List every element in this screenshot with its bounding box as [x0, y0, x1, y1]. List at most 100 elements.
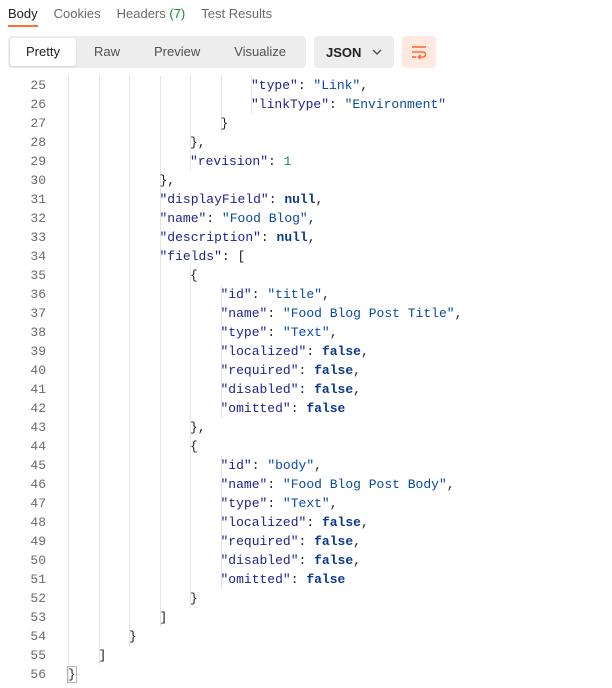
code-line: 28},	[0, 133, 612, 152]
code-token: "Environment"	[344, 97, 447, 112]
code-token: "title"	[267, 287, 322, 302]
code-text: "required": false,	[221, 361, 361, 380]
chevron-down-icon	[372, 49, 382, 55]
indent-guide	[68, 589, 69, 608]
tab-count-badge: (7)	[169, 5, 186, 21]
tab-headers[interactable]: Headers (7)	[117, 6, 186, 21]
line-number: 45	[30, 458, 46, 473]
tab-cookies[interactable]: Cookies	[54, 6, 101, 21]
indent-guide	[220, 95, 222, 114]
code-token: "revision"	[190, 154, 269, 169]
code-line: 47 "type": "Text",	[0, 494, 612, 513]
code-line: 51 "omitted": false	[0, 570, 612, 589]
code-token: false	[321, 344, 361, 359]
code-line: 36 "id": "title",	[0, 285, 612, 304]
line-number: 27	[30, 116, 46, 131]
code-line: 29 "revision": 1	[0, 152, 612, 171]
indent-guide	[159, 133, 161, 152]
code-line: 46 "name": "Food Blog Post Body",	[0, 475, 612, 494]
indent-guide	[68, 171, 69, 190]
code-token: :	[267, 306, 283, 321]
indent-guide	[98, 475, 100, 494]
indent-guide	[190, 380, 191, 399]
code-token: :	[329, 97, 345, 112]
indent-guide	[159, 513, 161, 532]
indent-guide	[190, 399, 191, 418]
line-number: 38	[30, 325, 46, 340]
tab-body[interactable]: Body	[8, 6, 38, 27]
line-number: 35	[30, 268, 46, 283]
indent-guide	[159, 361, 161, 380]
code-text: "description": null,	[160, 228, 316, 247]
code-line: 43},	[0, 418, 612, 437]
code-token: :	[268, 192, 285, 207]
code-token: null	[284, 192, 316, 207]
code-token: "displayField"	[159, 192, 269, 207]
code-token: "type"	[220, 325, 268, 340]
view-mode-pretty[interactable]: Pretty	[10, 38, 76, 66]
indent-guide	[159, 399, 161, 418]
code-token: :	[298, 534, 315, 549]
code-token: ,	[353, 363, 361, 378]
code-token: "id"	[220, 458, 252, 473]
code-line: 48 "localized": false,	[0, 513, 612, 532]
indent-guide	[68, 551, 69, 570]
response-body-code[interactable]: 25 "type": "Link", 26 "linkType": "Environm…	[0, 75, 612, 688]
indent-guide	[129, 152, 130, 171]
code-token: "required"	[220, 363, 299, 378]
indent-guide	[68, 342, 69, 361]
code-text: "localized": false,	[221, 342, 369, 361]
indent-guide	[129, 304, 130, 323]
code-token: },	[159, 173, 176, 188]
code-token: ,	[360, 515, 369, 530]
view-mode-preview[interactable]: Preview	[138, 38, 216, 66]
indent-guide	[98, 627, 100, 646]
indent-guide	[129, 95, 130, 114]
code-token: :	[290, 572, 307, 587]
indent-guide	[129, 456, 130, 475]
line-number: 51	[30, 572, 46, 587]
code-token: false	[306, 572, 346, 587]
indent-guide	[98, 342, 100, 361]
code-token: ,	[353, 534, 361, 549]
code-line: 37 "name": "Food Blog Post Title",	[0, 304, 612, 323]
view-mode-visualize[interactable]: Visualize	[218, 38, 302, 66]
indent-guide	[68, 323, 69, 342]
code-token: ,	[329, 496, 338, 511]
code-line: 38 "type": "Text",	[0, 323, 612, 342]
code-text: },	[190, 418, 206, 437]
response-tabs: Body Cookies Headers (7) Test Results	[0, 0, 612, 27]
code-token: ,	[353, 553, 361, 568]
indent-guide	[68, 209, 69, 228]
indent-guide	[98, 209, 100, 228]
code-token: null	[276, 230, 308, 245]
line-number: 49	[30, 534, 46, 549]
format-dropdown[interactable]: JSON	[314, 36, 394, 68]
wrap-lines-button[interactable]	[402, 36, 436, 68]
code-token: "name"	[220, 477, 268, 492]
line-number: 29	[30, 154, 46, 169]
line-number: 25	[30, 78, 46, 93]
indent-guide	[129, 608, 130, 627]
code-text: "displayField": null,	[160, 190, 324, 209]
tab-label: Test Results	[201, 5, 273, 21]
tab-test-results[interactable]: Test Results	[201, 6, 272, 21]
code-text: "linkType": "Environment"	[251, 95, 446, 114]
code-token: {	[190, 439, 198, 454]
indent-guide	[129, 513, 130, 532]
code-token: "omitted"	[220, 572, 291, 587]
indent-guide	[159, 114, 161, 133]
view-mode-raw[interactable]: Raw	[78, 38, 136, 66]
indent-guide	[68, 627, 69, 646]
tab-label: Headers	[116, 5, 166, 21]
line-number: 44	[30, 439, 46, 454]
code-line: 52}	[0, 589, 612, 608]
code-token: "disabled"	[220, 553, 299, 568]
indent-guide	[129, 114, 130, 133]
code-token: :	[268, 154, 284, 169]
indent-guide	[68, 228, 69, 247]
line-number: 53	[30, 610, 46, 625]
indent-guide	[159, 570, 161, 589]
indent-guide	[129, 171, 130, 190]
indent-guide	[98, 589, 100, 608]
